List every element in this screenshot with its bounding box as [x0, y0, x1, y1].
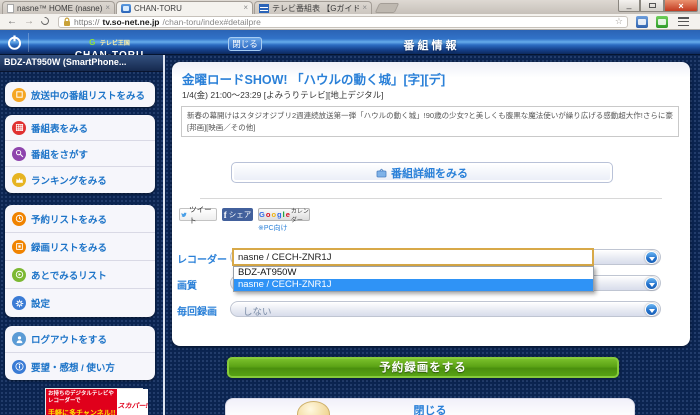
page-favicon-icon [7, 3, 14, 13]
sidebar-item-logout[interactable]: ログアウトをする [5, 326, 155, 353]
close-panel[interactable]: 閉じる [225, 398, 635, 415]
back-button[interactable]: ← [7, 16, 17, 27]
forward-button[interactable]: → [24, 16, 34, 27]
page-title: 番組情報 [403, 40, 460, 52]
browser-window: nasne™ HOME (nasne) × CHAN-TORU × テレビ番組表… [0, 0, 700, 415]
facebook-f-icon: f [223, 209, 227, 220]
program-description: 新春の幕開けはスタジオジブリ2週連続放送第一弾「ハウルの動く城」!90歳の少女?… [187, 111, 673, 120]
sidebar-group: 番組表をみる 番組をさがす ランキングをみる [5, 115, 155, 193]
tab-close-icon[interactable]: × [362, 4, 367, 12]
pc-only-note: ※PC向け [258, 225, 288, 232]
dropdown-option-selected[interactable]: nasne / CECH-ZNR1J [234, 279, 593, 291]
logo-g-icon: G [89, 38, 96, 47]
sidebar-item-now-broadcasting[interactable]: 放送中の番組リストをみる [5, 82, 155, 107]
browser-menu-icon[interactable] [678, 17, 689, 26]
sidebar-item-feedback-help[interactable]: 要望・感想 / 使い方 [5, 353, 155, 380]
chevron-down-icon[interactable] [645, 251, 658, 264]
tv-icon [376, 168, 387, 177]
window-minimize-button[interactable]: – [618, 0, 640, 13]
new-tab-button[interactable] [374, 3, 400, 13]
https-padlock-icon [64, 17, 70, 26]
tab-title: テレビ番組表 【Gガイド. [272, 3, 360, 13]
repeat-record-label: 毎回録画 [177, 307, 217, 318]
program-title: 金曜ロードSHOW! 「ハウルの動く城」[字][デ] [182, 73, 446, 87]
url-scheme: https:// [74, 16, 100, 27]
recorder-dropdown-list: BDZ-AT950W nasne / CECH-ZNR1J [233, 266, 594, 292]
twitter-bird-icon [181, 212, 187, 217]
sidebar-group: 予約リストをみる 録画リストをみる あとでみるリスト 設定 [5, 205, 155, 317]
info-icon [12, 359, 26, 374]
chevron-down-icon[interactable] [645, 303, 658, 316]
close-button-label[interactable]: 閉じる [226, 402, 634, 415]
dropdown-option[interactable]: BDZ-AT950W [234, 267, 593, 279]
device-header[interactable]: BDZ-AT950W (SmartPhone... [0, 55, 163, 72]
ad-brand-area: スカパー! [117, 389, 148, 415]
window-controls: – × [618, 0, 698, 13]
sidebar-item-recording-list[interactable]: 録画リストをみる [5, 233, 155, 261]
browser-tab-strip: nasne™ HOME (nasne) × CHAN-TORU × テレビ番組表… [0, 0, 700, 14]
sidebar-item-program-guide[interactable]: 番組表をみる [5, 115, 155, 141]
sidebar-item-search-programs[interactable]: 番組をさがす [5, 141, 155, 167]
gear-icon [12, 296, 26, 310]
clock-icon [12, 211, 26, 226]
url-host: tv.so-net.ne.jp [102, 16, 160, 27]
window-maximize-button[interactable] [640, 0, 664, 12]
address-bar[interactable]: https://tv.so-net.ne.jp/chan-toru/index#… [58, 15, 628, 28]
divider [200, 198, 662, 199]
browser-toolbar: ← → https://tv.so-net.ne.jp/chan-toru/in… [0, 14, 700, 30]
crown-icon [12, 173, 26, 187]
sidebar-item-reservation-list[interactable]: 予約リストをみる [5, 205, 155, 233]
tab-close-icon[interactable]: × [243, 4, 248, 12]
program-schedule: 1/4(金) 21:00～23:29 [よみうりテレビ][地上デジタル] [182, 90, 384, 100]
person-icon [12, 332, 26, 346]
program-info-card: 金曜ロードSHOW! 「ハウルの動く城」[字][デ] 1/4(金) 21:00～… [172, 62, 690, 346]
header-divider [28, 33, 29, 52]
window-close-button[interactable]: × [664, 0, 698, 12]
tab-title: nasne™ HOME (nasne) [17, 3, 103, 13]
tab-chan-toru[interactable]: CHAN-TORU × [116, 1, 253, 14]
repeat-record-select-pill[interactable]: しない [230, 301, 661, 318]
reload-button[interactable] [39, 15, 51, 27]
program-detail-button[interactable]: 番組詳細をみる [231, 162, 613, 183]
sidebar-item-settings[interactable]: 設定 [5, 289, 155, 317]
sidebar-item-ranking[interactable]: ランキングをみる [5, 167, 155, 193]
sidebar: BDZ-AT950W (SmartPhone... 放送中の番組リストをみる 番… [0, 55, 163, 415]
bookmark-star-icon[interactable]: ☆ [615, 17, 623, 26]
extension-icon[interactable] [656, 15, 668, 28]
extension-icon[interactable] [636, 15, 648, 28]
ad-text-area: お持ちのデジタルテレビや レコーダーで 手軽に多チャンネル!! [46, 389, 118, 415]
repeat-record-value: しない [243, 307, 272, 318]
chevron-down-icon[interactable] [645, 277, 658, 290]
sidebar-group: ログアウトをする 要望・感想 / 使い方 [5, 326, 155, 380]
program-genre: [邦画][映画／その他] [187, 123, 256, 132]
grid-icon [12, 120, 26, 135]
tweet-button[interactable]: ツイート [179, 205, 217, 225]
recorder-select-focused[interactable]: nasne / CECH-ZNR1J [232, 248, 594, 266]
site-header: G テレビ王国 CHAN-TORU 閉じる 番組情報 [0, 30, 700, 61]
skyperfect-ad-banner[interactable]: お持ちのデジタルテレビや レコーダーで 手軽に多チャンネル!! スカパー! [45, 388, 148, 415]
live-list-icon [12, 87, 26, 102]
tab-nasne-home[interactable]: nasne™ HOME (nasne) × [2, 1, 115, 14]
quality-label: 画質 [177, 281, 197, 292]
google-calendar-button[interactable]: Google カレンダー [258, 208, 310, 224]
chan-toru-favicon-icon [121, 3, 131, 13]
record-list-icon [12, 239, 26, 254]
sidebar-item-watch-later[interactable]: あとでみるリスト [5, 261, 155, 289]
power-icon[interactable] [6, 34, 23, 51]
record-reservation-button[interactable]: 予約録画をする [227, 357, 619, 378]
recorder-label: レコーダー [177, 255, 227, 266]
tab-close-icon[interactable]: × [105, 4, 110, 12]
skyperfect-logo: スカパー! [117, 403, 148, 410]
logo-small-text: テレビ王国 [99, 41, 130, 47]
facebook-share-button[interactable]: f シェア [222, 208, 253, 221]
tab-title: CHAN-TORU [134, 3, 182, 13]
program-description-box: 新春の幕開けはスタジオジブリ2週連続放送第一弾「ハウルの動く城」!90歳の少女?… [181, 106, 679, 137]
play-circle-icon [12, 267, 26, 282]
gguide-favicon-icon [259, 3, 269, 13]
sidebar-group: 放送中の番組リストをみる [5, 82, 155, 107]
tab-tv-guide[interactable]: テレビ番組表 【Gガイド. × [254, 1, 372, 14]
url-path: /chan-toru/index#detailpre [162, 16, 261, 27]
search-icon [12, 146, 26, 161]
main-content: 金曜ロードSHOW! 「ハウルの動く城」[字][デ] 1/4(金) 21:00～… [163, 55, 700, 415]
